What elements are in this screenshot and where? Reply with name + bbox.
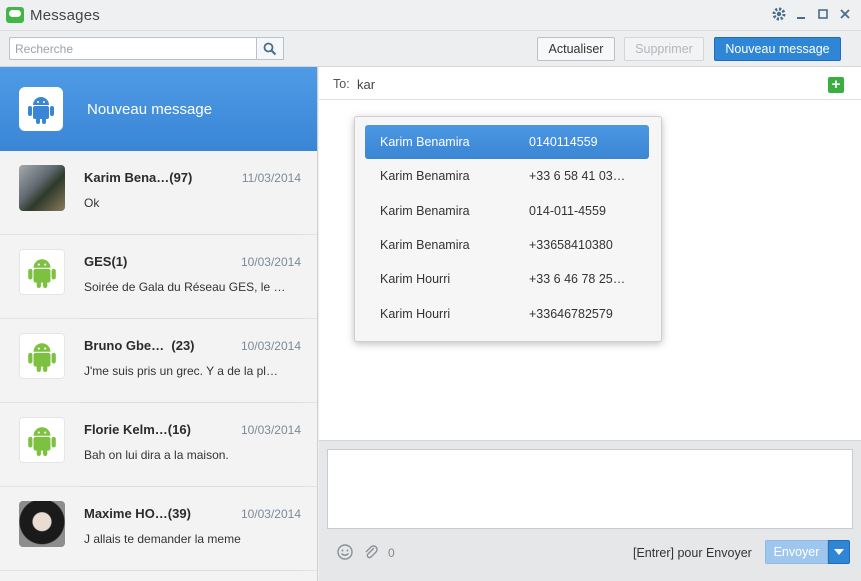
add-recipient-icon[interactable]: + (828, 77, 844, 93)
suggestion-name: Karim Benamira (380, 135, 470, 149)
suggestion-name: Karim Benamira (380, 169, 470, 183)
conversation-item[interactable]: Maxime HO…(39) 10/03/2014 J allais te de… (0, 487, 317, 571)
attachment-icon[interactable] (362, 543, 380, 561)
refresh-button[interactable]: Actualiser (537, 37, 615, 61)
conversation-date: 11/03/2014 (241, 171, 301, 185)
conversation-date: 10/03/2014 (240, 423, 301, 437)
conversation-date: 10/03/2014 (240, 339, 301, 353)
conversation-name: GES(1) (84, 254, 128, 269)
to-label: To: (333, 77, 350, 91)
search-input[interactable] (9, 37, 257, 60)
android-icon (19, 87, 63, 131)
title-bar: Messages (0, 0, 861, 31)
suggestion-item[interactable]: Karim Hourri +33646782579 (365, 297, 649, 331)
conversation-preview: J'me suis pris un grec. Y a de la pl… (84, 364, 278, 378)
conversation-item[interactable]: Bruno Gbe… (23) 10/03/2014 J'me suis pri… (0, 319, 317, 403)
conversation-preview: Bah on lui dira a la maison. (84, 448, 229, 462)
send-options-dropdown[interactable] (828, 540, 850, 564)
suggestion-number: +33658410380 (529, 238, 613, 252)
suggestion-number: 014-011-4559 (529, 204, 606, 218)
suggestion-number: +33 6 46 78 25… (529, 272, 626, 286)
window-controls (771, 6, 853, 24)
conversation-preview: J allais te demander la meme (84, 532, 241, 546)
suggestion-item[interactable]: Karim Benamira 0140114559 (365, 125, 649, 159)
android-icon (19, 333, 65, 379)
delete-button[interactable]: Supprimer (624, 37, 704, 61)
conversation-item[interactable]: Karim Bena…(97) 11/03/2014 Ok (0, 151, 317, 235)
messages-app-icon (6, 7, 24, 23)
android-icon (19, 417, 65, 463)
compose-area: 0 [Entrer] pour Envoyer Envoyer (319, 440, 861, 581)
send-button[interactable]: Envoyer (765, 540, 828, 564)
smiley-icon[interactable] (336, 543, 354, 561)
suggestion-item[interactable]: Karim Benamira +33 6 58 41 03… (365, 159, 649, 193)
conversation-item[interactable]: GES(1) 10/03/2014 Soirée de Gala du Rése… (0, 235, 317, 319)
suggestion-number: +33 6 58 41 03… (529, 169, 626, 183)
avatar (19, 501, 65, 547)
suggestion-item[interactable]: Karim Benamira 014-011-4559 (365, 194, 649, 228)
suggestion-name: Karim Benamira (380, 238, 470, 252)
conversation-item[interactable]: Florie Kelm…(16) 10/03/2014 Bah on lui d… (0, 403, 317, 487)
conversation-name: Bruno Gbe… (23) (84, 338, 195, 353)
message-input[interactable] (327, 449, 853, 529)
conversation-date: 10/03/2014 (240, 507, 301, 521)
toolbar: Actualiser Supprimer Nouveau message (0, 31, 861, 67)
conversation-name: Maxime HO…(39) (84, 506, 191, 521)
close-icon[interactable] (837, 6, 853, 24)
suggestion-item[interactable]: Karim Hourri +33 6 46 78 25… (365, 262, 649, 296)
maximize-icon[interactable] (815, 6, 831, 24)
conversation-preview: Soirée de Gala du Réseau GES, le … (84, 280, 286, 294)
suggestion-item[interactable]: Karim Benamira +33658410380 (365, 228, 649, 262)
recipient-suggestions: Karim Benamira 0140114559 Karim Benamira… (354, 116, 662, 342)
conversation-preview: Ok (84, 196, 100, 210)
suggestion-number: 0140114559 (529, 135, 598, 149)
android-icon (19, 249, 65, 295)
sidebar-new-message-label: Nouveau message (87, 100, 213, 118)
conversation-name: Florie Kelm…(16) (84, 422, 191, 437)
conversation-list: Nouveau message Karim Bena…(97) 11/03/20… (0, 67, 318, 581)
gear-icon[interactable] (771, 6, 787, 24)
avatar (19, 165, 65, 211)
search-icon[interactable] (257, 37, 284, 60)
new-message-button[interactable]: Nouveau message (714, 37, 841, 61)
suggestion-number: +33646782579 (529, 307, 613, 321)
character-count: 0 (388, 546, 395, 560)
recipient-bar: To: + (319, 67, 861, 100)
suggestion-name: Karim Hourri (380, 272, 451, 286)
window-title: Messages (30, 6, 100, 24)
suggestion-name: Karim Hourri (380, 307, 451, 321)
conversation-date: 10/03/2014 (240, 255, 301, 269)
enter-send-hint: [Entrer] pour Envoyer (633, 546, 752, 560)
recipient-input[interactable] (357, 75, 557, 93)
minimize-icon[interactable] (793, 6, 809, 24)
sidebar-new-message[interactable]: Nouveau message (0, 67, 317, 151)
suggestion-name: Karim Benamira (380, 204, 470, 218)
conversation-name: Karim Bena…(97) (84, 170, 193, 185)
